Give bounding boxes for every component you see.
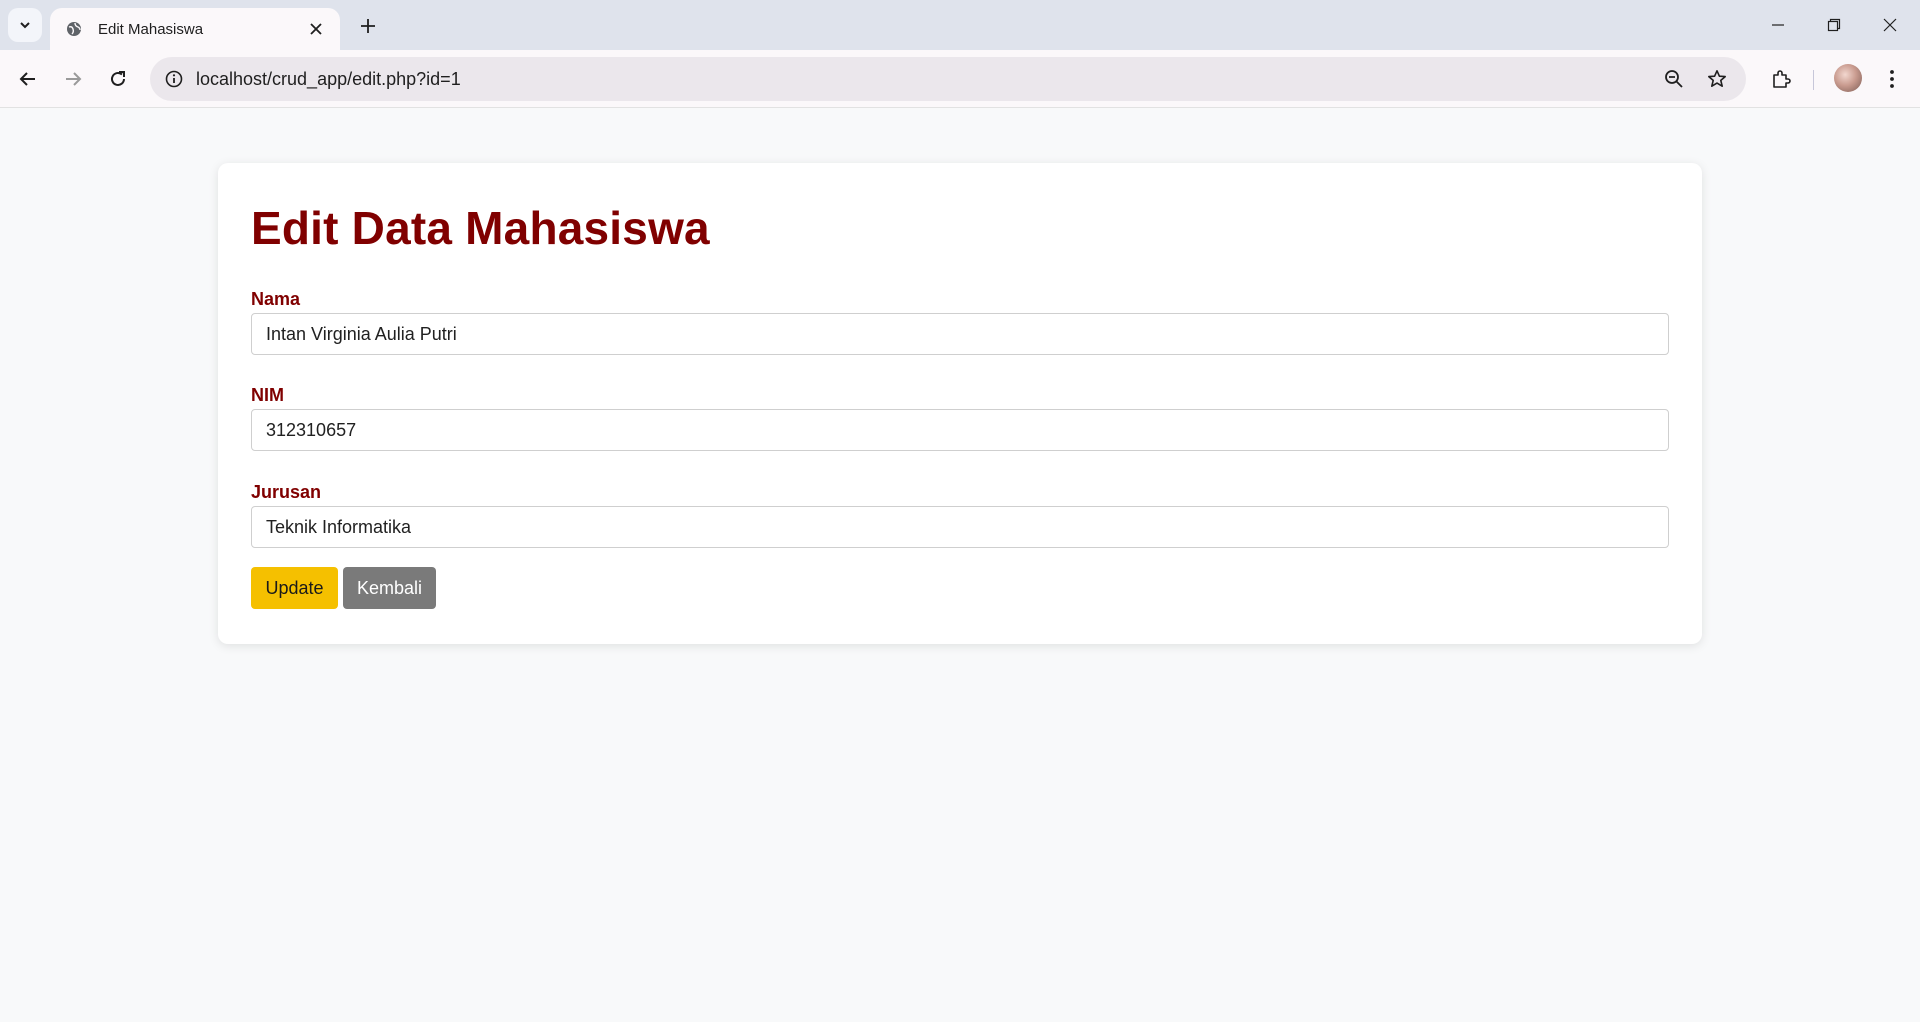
restore-button[interactable] [1806,0,1862,50]
url-text[interactable]: localhost/crud_app/edit.php?id=1 [196,69,461,90]
back-arrow-icon [19,72,35,86]
extensions-button[interactable] [1763,61,1799,97]
minimize-icon [1772,24,1784,26]
back-button[interactable] [10,61,46,97]
kebab-menu-icon [1890,70,1894,88]
extensions-icon [1773,70,1791,88]
menu-button[interactable] [1874,61,1910,97]
page-viewport: Edit Data Mahasiswa Nama NIM Jurusan Upd… [0,109,1920,1022]
page-title: Edit Data Mahasiswa [251,202,710,254]
minimize-button[interactable] [1750,0,1806,50]
jurusan-input[interactable] [251,506,1669,548]
new-tab-button[interactable] [352,10,384,42]
forward-button[interactable] [55,61,91,97]
tab-close-button[interactable] [304,17,328,41]
zoom-icon[interactable] [1660,65,1688,93]
plus-icon [361,19,375,33]
edit-form-card: Edit Data Mahasiswa Nama NIM Jurusan Upd… [218,163,1702,644]
tab-title: Edit Mahasiswa [98,20,204,38]
toolbar-divider [1813,70,1814,90]
reload-button[interactable] [100,61,136,97]
update-button[interactable]: Update [251,567,338,609]
nama-input[interactable] [251,313,1669,355]
tab-search-button[interactable] [8,8,42,42]
window-close-button[interactable] [1862,0,1918,50]
kembali-button[interactable]: Kembali [343,567,436,609]
info-icon[interactable] [162,67,186,91]
close-icon [310,23,322,35]
tab-strip: Edit Mahasiswa [0,0,1920,50]
globe-icon [64,19,84,39]
star-icon[interactable] [1703,65,1731,93]
address-bar[interactable]: localhost/crud_app/edit.php?id=1 [150,57,1746,101]
nama-label: Nama [251,289,301,309]
nim-label: NIM [251,385,284,405]
window-close-icon [1883,18,1897,32]
avatar[interactable] [1834,64,1862,92]
reload-icon [111,71,125,86]
chevron-down-icon [20,22,30,29]
forward-arrow-icon [66,72,82,86]
browser-tab[interactable]: Edit Mahasiswa [50,8,340,50]
restore-icon [1827,18,1841,32]
jurusan-label: Jurusan [251,482,322,502]
nim-input[interactable] [251,409,1669,451]
browser-toolbar: localhost/crud_app/edit.php?id=1 [0,50,1920,108]
